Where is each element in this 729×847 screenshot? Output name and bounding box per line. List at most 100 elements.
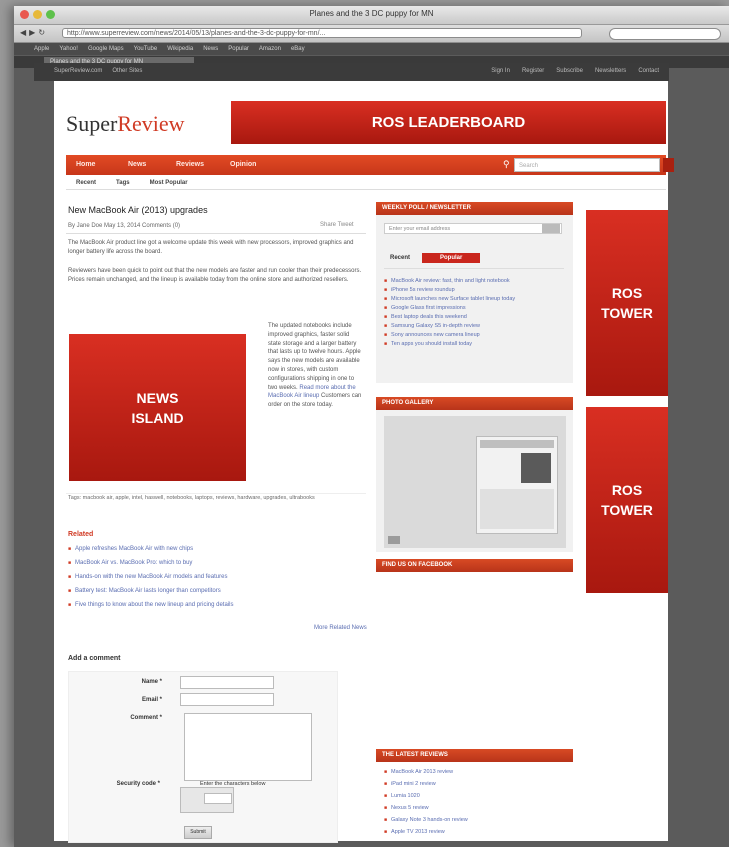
site-logo[interactable]: SuperReview: [66, 111, 185, 137]
related-link[interactable]: Five things to know about the new lineup…: [68, 598, 233, 612]
bookmark-item[interactable]: Google Maps: [88, 46, 124, 52]
comment-textarea[interactable]: [184, 713, 312, 781]
island-label-line1: NEWS: [136, 389, 179, 406]
site-link[interactable]: SuperReview.com: [54, 68, 102, 74]
title-bar: Planes and the 3 DC puppy for MN: [14, 6, 729, 25]
gallery-thumbnail[interactable]: [476, 436, 558, 534]
subnav-recent[interactable]: Recent: [76, 180, 96, 186]
divider: [66, 233, 366, 234]
submit-button[interactable]: Submit: [184, 826, 212, 839]
tab-recent[interactable]: Recent: [384, 253, 416, 263]
search-icon[interactable]: ⚲: [503, 159, 510, 170]
related-list: Apple refreshes MacBook Air with new chi…: [68, 542, 233, 612]
list-item[interactable]: Lumia 1020: [384, 790, 468, 802]
facebook-widget-heading: FIND US ON FACEBOOK: [376, 559, 573, 572]
site-top-bar: SuperReview.com Other Sites Sign In Regi…: [34, 63, 669, 81]
newsletter-email-input[interactable]: Enter your email address: [384, 223, 562, 234]
web-page: SuperReview ROS LEADERBOARD Home News Re…: [54, 81, 674, 843]
poll-widget-heading: WEEKLY POLL / NEWSLETTER: [376, 202, 573, 215]
list-item[interactable]: Ten apps you should install today: [384, 340, 515, 349]
name-label: Name *: [141, 679, 162, 685]
bookmark-item[interactable]: Yahoo!: [59, 46, 78, 52]
name-field[interactable]: [180, 676, 274, 689]
email-field[interactable]: [180, 693, 274, 706]
bookmark-item[interactable]: Wikipedia: [167, 46, 193, 52]
nav-item-reviews[interactable]: Reviews: [176, 161, 204, 168]
nav-item-news[interactable]: News: [128, 161, 146, 168]
reload-icon[interactable]: ↻: [38, 28, 45, 37]
newsletter-go-button[interactable]: [542, 224, 560, 233]
bookmark-item[interactable]: eBay: [291, 46, 305, 52]
related-link[interactable]: Battery test: MacBook Air lasts longer t…: [68, 584, 233, 598]
related-link[interactable]: Apple refreshes MacBook Air with new chi…: [68, 542, 233, 556]
site-search-input[interactable]: Search: [514, 158, 660, 172]
gallery-prev-button[interactable]: [388, 536, 400, 544]
list-item[interactable]: Best laptop deals this weekend: [384, 313, 515, 322]
tower-label-line1: ROS: [611, 482, 643, 498]
article-byline: By Jane Doe May 13, 2014 Comments (0): [68, 223, 181, 229]
nav-item-home[interactable]: Home: [76, 161, 95, 168]
subscribe-link[interactable]: Subscribe: [556, 68, 583, 74]
related-link[interactable]: Hands-on with the new MacBook Air models…: [68, 570, 233, 584]
logo-part-1: Super: [66, 111, 118, 136]
window-title: Planes and the 3 DC puppy for MN: [309, 9, 434, 18]
search-go-button[interactable]: [663, 158, 674, 172]
bookmarks-bar: Apple Yahoo! Google Maps YouTube Wikiped…: [14, 43, 729, 55]
register-link[interactable]: Register: [522, 68, 544, 74]
sign-in-link[interactable]: Sign In: [491, 68, 510, 74]
comment-label: Comment *: [130, 715, 162, 721]
bookmark-item[interactable]: News: [203, 46, 218, 52]
ad-leaderboard[interactable]: ROS LEADERBOARD: [231, 101, 666, 144]
list-item[interactable]: iPhone 5s review roundup: [384, 286, 515, 295]
ad-tower-2[interactable]: ROS TOWER: [586, 407, 668, 593]
captcha-field[interactable]: [204, 793, 232, 804]
tab-popular[interactable]: Popular: [422, 253, 481, 263]
list-item[interactable]: Samsung Galaxy S5 in-depth review: [384, 322, 515, 331]
share-links[interactable]: Share Tweet: [320, 222, 354, 228]
ad-tower-1[interactable]: ROS TOWER: [586, 210, 668, 396]
related-link[interactable]: MacBook Air vs. MacBook Pro: which to bu…: [68, 556, 233, 570]
subnav-tags[interactable]: Tags: [116, 180, 130, 186]
article-tags[interactable]: Tags: macbook air, apple, intel, haswell…: [68, 494, 364, 502]
list-item[interactable]: MacBook Air 2013 review: [384, 766, 468, 778]
tower-label-line2: TOWER: [601, 305, 653, 321]
widget-tabs: Recent Popular: [384, 253, 481, 263]
address-bar[interactable]: http://www.superreview.com/news/2014/05/…: [62, 28, 582, 38]
site-link[interactable]: Other Sites: [112, 68, 142, 74]
nav-buttons: ◀ ▶ ↻: [20, 28, 45, 37]
tower-label-line1: ROS: [611, 285, 643, 301]
bookmark-item[interactable]: YouTube: [134, 46, 158, 52]
article-paragraph: The MacBook Air product line got a welco…: [68, 240, 354, 255]
ad-news-island[interactable]: NEWS ISLAND: [69, 334, 246, 481]
bookmark-item[interactable]: Amazon: [259, 46, 281, 52]
gallery-image[interactable]: [384, 416, 566, 548]
newsletters-link[interactable]: Newsletters: [595, 68, 626, 74]
sub-nav: Recent Tags Most Popular: [76, 180, 188, 186]
nav-item-opinion[interactable]: Opinion: [230, 161, 256, 168]
island-label-line2: ISLAND: [131, 409, 184, 426]
list-item[interactable]: Google Glass first impressions: [384, 304, 515, 313]
side-text-body: The updated notebooks include improved g…: [268, 323, 361, 391]
forward-icon[interactable]: ▶: [29, 28, 35, 37]
list-item[interactable]: Microsoft launches new Surface tablet li…: [384, 295, 515, 304]
list-item[interactable]: MacBook Air review: fast, thin and light…: [384, 277, 515, 286]
list-item[interactable]: Galaxy Note 3 hands-on review: [384, 814, 468, 826]
email-label: Email *: [141, 697, 162, 703]
bookmark-item[interactable]: Apple: [34, 46, 49, 52]
divider: [66, 189, 666, 190]
back-icon[interactable]: ◀: [20, 28, 26, 37]
reviews-widget-heading: THE LATEST REVIEWS: [376, 749, 573, 762]
contact-link[interactable]: Contact: [638, 68, 659, 74]
browser-search-input[interactable]: [609, 28, 721, 40]
main-nav: Home News Reviews Opinion ⚲ Search: [66, 155, 674, 175]
gallery-widget-heading: PHOTO GALLERY: [376, 397, 573, 410]
subnav-popular[interactable]: Most Popular: [150, 180, 188, 186]
article-side-text: The updated notebooks include improved g…: [268, 322, 364, 410]
list-item[interactable]: Sony announces new camera lineup: [384, 331, 515, 340]
list-item[interactable]: Nexus 5 review: [384, 802, 468, 814]
bookmark-item[interactable]: Popular: [228, 46, 249, 52]
more-related-link[interactable]: More Related News: [314, 625, 367, 631]
list-item[interactable]: Apple TV 2013 review: [384, 826, 468, 838]
article-title: New MacBook Air (2013) upgrades: [68, 205, 208, 215]
list-item[interactable]: iPad mini 2 review: [384, 778, 468, 790]
